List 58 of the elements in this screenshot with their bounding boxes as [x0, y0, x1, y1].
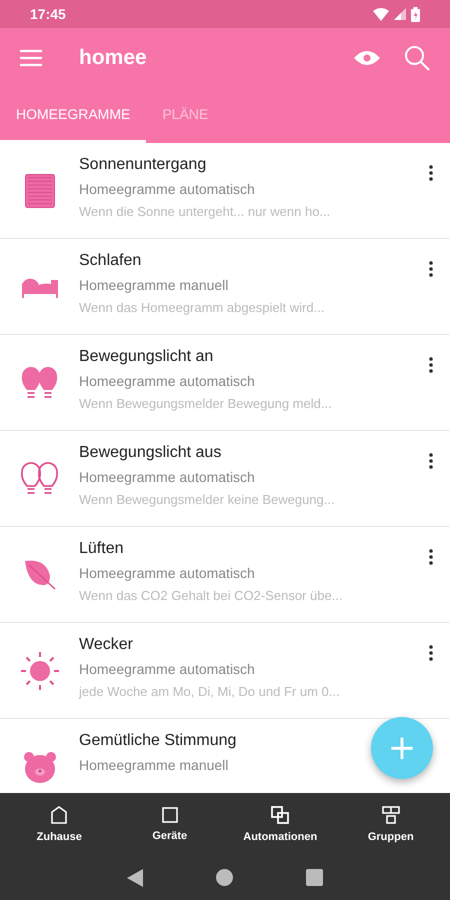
bed-icon — [20, 276, 58, 298]
homeegram-row[interactable]: Bewegungslicht aus Homeegramme automatisch Wenn Bewegungsmelder keine Bewegung... — [0, 431, 450, 527]
homeegram-row[interactable]: Bewegungslicht an Homeegramme automatisch Wenn Bewegungsmelder Bewegung meld... — [0, 335, 450, 431]
bear-icon — [22, 750, 56, 782]
blinds-icon — [24, 174, 54, 208]
menu-icon[interactable] — [19, 49, 43, 67]
house-icon[interactable] — [51, 806, 68, 824]
light-bulb-outlines-icon — [20, 462, 58, 496]
signal-icon — [394, 8, 406, 20]
more-options-icon[interactable] — [429, 453, 433, 469]
homeegram-type: Homeegramme automatisch — [79, 469, 255, 485]
nav-label[interactable]: Zuhause — [36, 830, 82, 842]
light-bulbs-icon — [20, 366, 58, 400]
nav-label[interactable]: Gruppen — [368, 830, 414, 842]
home-circle-icon[interactable] — [216, 869, 233, 886]
more-options-icon[interactable] — [429, 645, 433, 661]
more-options-icon[interactable] — [429, 165, 433, 181]
homeegram-title: Bewegungslicht an — [79, 348, 214, 366]
homeegram-title: Lüften — [79, 540, 124, 558]
homeegram-type: Homeegramme manuell — [79, 757, 228, 773]
homeegram-description: Wenn das Homeegramm abgespielt wird... — [79, 300, 324, 315]
homeegram-type: Homeegramme automatisch — [79, 565, 255, 581]
homeegram-description: Wenn Bewegungsmelder keine Bewegung... — [79, 492, 335, 507]
homeegram-title: Gemütliche Stimmung — [79, 732, 236, 750]
eye-icon[interactable] — [354, 50, 380, 66]
more-options-icon[interactable] — [429, 357, 433, 373]
clock-time: 17:45 — [30, 6, 66, 22]
homeegram-title: Wecker — [79, 636, 133, 654]
homeegram-row[interactable]: Schlafen Homeegramme manuell Wenn das Homeegramm abgespielt wird... — [0, 239, 450, 335]
wifi-icon — [373, 8, 389, 20]
nav-label[interactable]: Geräte — [152, 830, 188, 842]
homeegram-type: Homeegramme automatisch — [79, 181, 255, 197]
sun-icon — [20, 650, 60, 690]
back-icon[interactable] — [126, 868, 143, 886]
homeegram-row[interactable]: Lüften Homeegramme automatisch Wenn das CO2 Gehalt bei CO2-Sensor übe... — [0, 527, 450, 623]
homeegram-title: Schlafen — [79, 252, 142, 270]
overview-square-icon[interactable] — [306, 869, 324, 886]
homeegram-title: Sonnenuntergang — [79, 156, 206, 174]
homeegram-description: Wenn Bewegungsmelder Bewegung meld... — [79, 396, 332, 411]
battery-icon — [411, 6, 420, 22]
leaf-icon — [24, 560, 56, 590]
homeegram-title: Bewegungslicht aus — [79, 444, 222, 462]
more-options-icon[interactable] — [429, 549, 433, 565]
app-title: homee — [79, 46, 148, 70]
nav-label[interactable]: Automationen — [243, 830, 318, 842]
homeegram-row[interactable]: Sonnenuntergang Homeegramme automatisch Wenn die Sonne untergeht... nur wenn ho... — [0, 143, 450, 239]
homeegram-type: Homeegramme automatisch — [79, 661, 255, 677]
group-blocks-icon[interactable] — [382, 806, 400, 824]
homeegram-description: Wenn das CO2 Gehalt bei CO2-Sensor übe... — [79, 588, 343, 603]
homeegram-type: Homeegramme automatisch — [79, 373, 255, 389]
homeegram-type: Homeegramme manuell — [79, 277, 228, 293]
square-icon[interactable] — [162, 806, 178, 822]
search-icon[interactable] — [404, 45, 430, 71]
homeegram-description: jede Woche am Mo, Di, Mi, Do und Fr um 0... — [79, 684, 340, 699]
more-options-icon[interactable] — [429, 261, 433, 277]
overlapping-squares-icon[interactable] — [271, 806, 290, 824]
homeegram-row[interactable]: Wecker Homeegramme automatisch jede Woche am Mo, Di, Mi, Do und Fr um 0... — [0, 623, 450, 719]
homeegram-description: Wenn die Sonne untergeht... nur wenn ho... — [79, 204, 330, 219]
